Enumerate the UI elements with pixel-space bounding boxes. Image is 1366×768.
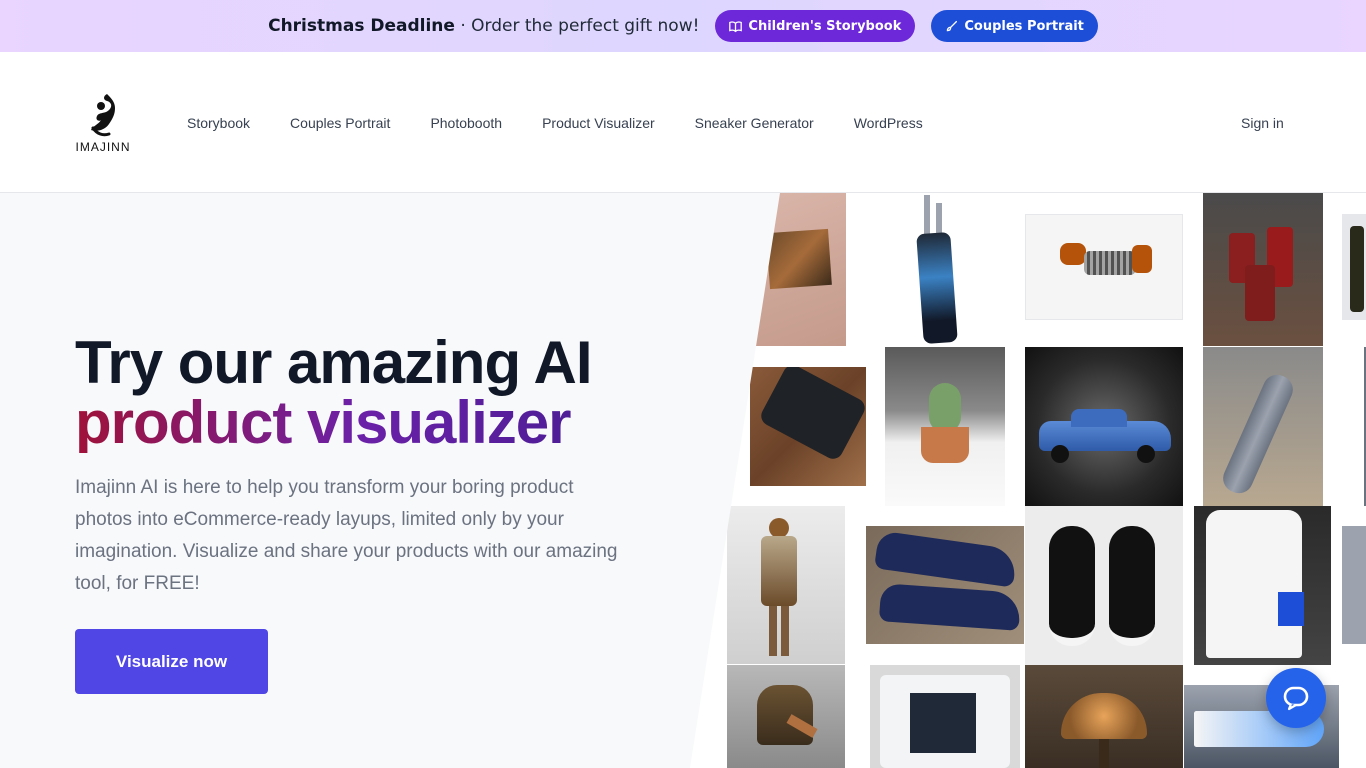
genie-logo-icon xyxy=(91,94,115,137)
hero-section: Try our amazing AI product visualizer Im… xyxy=(0,193,1366,768)
promo-banner: Christmas Deadline · Order the perfect g… xyxy=(0,0,1366,52)
childrens-storybook-label: Children's Storybook xyxy=(748,18,902,34)
gallery-red-candles xyxy=(1203,193,1323,346)
gallery-sneakers-blue xyxy=(866,526,1024,644)
promo-message: Order the perfect gift now! xyxy=(471,16,700,36)
gallery-game-console xyxy=(1194,506,1331,665)
promo-text: Christmas Deadline · Order the perfect g… xyxy=(268,16,699,36)
gallery-submarine-model xyxy=(1203,347,1323,506)
hero-description: Imajinn AI is here to help you transform… xyxy=(75,477,618,594)
gallery-sneakers-black xyxy=(1025,506,1183,665)
hero-slant-divider xyxy=(690,193,780,768)
gallery-cactus xyxy=(885,347,1005,506)
book-icon xyxy=(729,20,743,32)
childrens-storybook-button[interactable]: Children's Storybook xyxy=(715,10,916,42)
chat-launcher-button[interactable] xyxy=(1266,668,1326,728)
couples-portrait-button[interactable]: Couples Portrait xyxy=(931,10,1098,42)
nav-product-visualizer[interactable]: Product Visualizer xyxy=(542,115,655,131)
gallery-tiffany-lamp xyxy=(1025,665,1183,768)
sign-in-link[interactable]: Sign in xyxy=(1241,115,1284,131)
gallery-toy-car xyxy=(1025,347,1183,506)
main-nav: Storybook Couples Portrait Photobooth Pr… xyxy=(187,115,963,131)
gallery-handheld-console xyxy=(870,665,1020,768)
nav-sneaker-generator[interactable]: Sneaker Generator xyxy=(695,115,814,131)
gallery-golf-bag xyxy=(900,193,978,346)
logo[interactable]: IMAJINN xyxy=(73,92,133,154)
nav-storybook[interactable]: Storybook xyxy=(187,115,250,131)
nav-photobooth[interactable]: Photobooth xyxy=(430,115,502,131)
hero-title: Try our amazing AI product visualizer xyxy=(75,329,593,453)
gallery-item-partial-2 xyxy=(1342,526,1366,644)
brush-icon xyxy=(947,20,958,31)
promo-headline: Christmas Deadline xyxy=(268,16,455,36)
visualize-now-button[interactable]: Visualize now xyxy=(75,629,268,694)
product-gallery xyxy=(690,193,1366,768)
nav-couples-portrait[interactable]: Couples Portrait xyxy=(290,115,390,131)
hero-title-line1: Try our amazing AI xyxy=(75,329,593,396)
hero-title-line2: product visualizer xyxy=(75,393,592,453)
gallery-toy-dog xyxy=(1025,214,1183,320)
site-header: IMAJINN Storybook Couples Portrait Photo… xyxy=(0,52,1366,193)
gallery-bottle xyxy=(1342,214,1366,320)
nav-wordpress[interactable]: WordPress xyxy=(854,115,923,131)
couples-portrait-label: Couples Portrait xyxy=(964,18,1084,34)
promo-separator: · xyxy=(460,16,466,36)
logo-text: IMAJINN xyxy=(75,140,131,154)
chat-bubble-icon xyxy=(1283,686,1309,711)
